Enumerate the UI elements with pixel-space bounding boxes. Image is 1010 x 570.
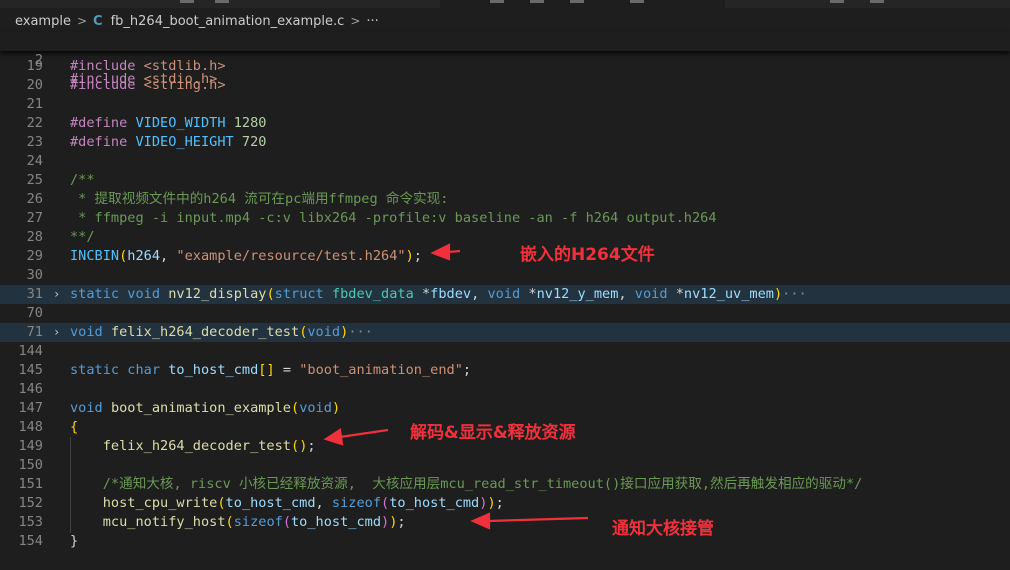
arrow-decode-head [323, 428, 344, 446]
arrow-notify-head [470, 512, 491, 530]
arrow-decode-shaft [339, 428, 389, 439]
annotation-arrows [323, 243, 589, 530]
arrow-embed-head [430, 243, 451, 261]
arrow-notify-shaft [487, 516, 589, 523]
